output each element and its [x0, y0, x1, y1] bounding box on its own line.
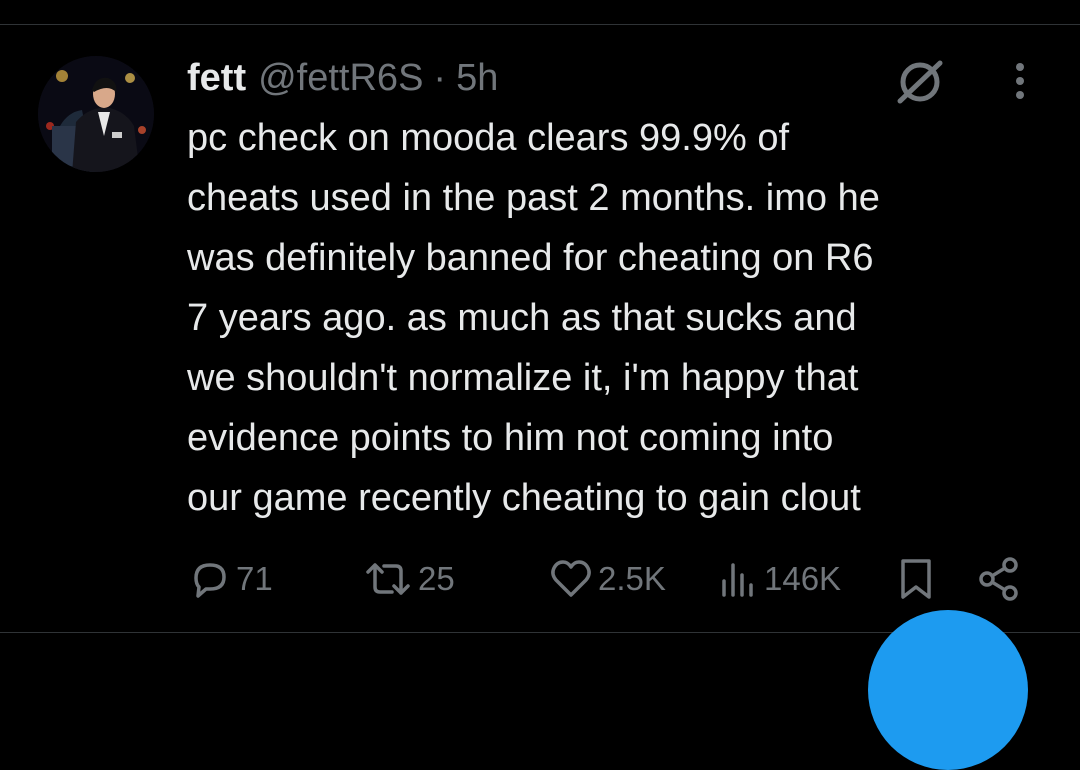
separator-dot: ·: [433, 57, 447, 99]
like-count: 2.5K: [598, 560, 666, 597]
top-divider: [0, 24, 1080, 25]
tweet-text: pc check on mooda clears 99.9% of cheats…: [187, 117, 880, 519]
action-bar: 71 25 2.5K 146K: [0, 554, 1080, 604]
reply-icon: [194, 563, 226, 598]
more-icon[interactable]: [1004, 60, 1036, 104]
views-icon: [722, 563, 753, 597]
compose-fab[interactable]: [868, 610, 1028, 770]
display-name[interactable]: fett: [187, 54, 246, 102]
bookmark-icon: [901, 559, 931, 599]
grok-icon[interactable]: [890, 58, 950, 106]
repost-count: 25: [418, 560, 455, 597]
views-count: 146K: [764, 560, 842, 597]
avatar[interactable]: [38, 56, 154, 172]
repost-button[interactable]: 25: [362, 554, 455, 604]
tweet-header: fett @fettR6S · 5h: [187, 54, 498, 102]
bookmark-button[interactable]: [896, 554, 936, 604]
like-icon: [551, 560, 591, 597]
share-icon: [979, 557, 1018, 601]
like-button[interactable]: 2.5K: [548, 554, 666, 604]
share-button[interactable]: [976, 554, 1022, 604]
timestamp[interactable]: 5h: [456, 54, 498, 102]
profile-photo-icon: [38, 56, 154, 172]
reply-count: 71: [236, 560, 273, 597]
reply-button[interactable]: 71: [188, 554, 273, 604]
views-button[interactable]: 146K: [716, 554, 841, 604]
user-handle[interactable]: @fettR6S: [258, 54, 423, 102]
repost-icon: [366, 563, 410, 595]
